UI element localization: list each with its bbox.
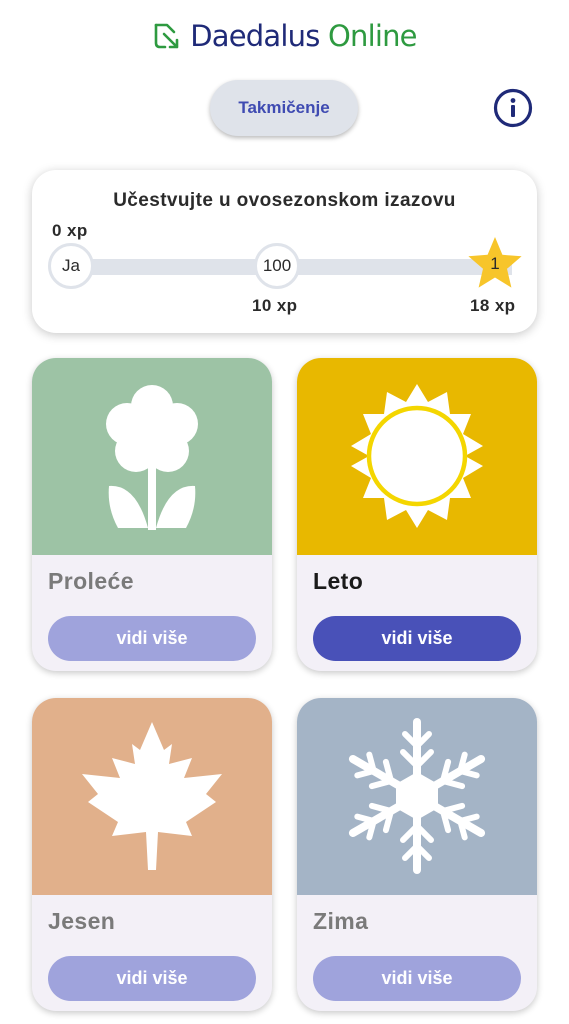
season-card-summer[interactable]: Leto vidi više xyxy=(297,358,537,671)
season-title: Jesen xyxy=(48,908,116,934)
season-card-autumn[interactable]: Jesen vidi više xyxy=(32,698,272,1011)
see-more-button[interactable]: vidi više xyxy=(48,616,256,661)
see-more-button[interactable]: vidi više xyxy=(313,616,521,661)
brand-name-part1: Daedalus xyxy=(190,19,320,53)
info-icon[interactable] xyxy=(493,88,533,128)
summer-image xyxy=(297,358,537,555)
goal-xp-label: 18 xp xyxy=(470,296,516,315)
see-more-button[interactable]: vidi više xyxy=(48,956,256,1001)
season-challenge-card: Učestvujte u ovosezonskom izazovu 0 xp J… xyxy=(32,170,537,333)
season-title: Zima xyxy=(313,908,369,934)
checkpoint-marker: 100 xyxy=(254,243,300,289)
goal-rank-label: 1 xyxy=(490,254,500,273)
brand-name-part2: Online xyxy=(327,19,418,53)
competition-button[interactable]: Takmičenje xyxy=(210,80,358,136)
winter-image xyxy=(297,698,537,895)
flower-icon xyxy=(106,385,198,530)
spring-image xyxy=(32,358,272,555)
maple-leaf-icon xyxy=(82,722,222,870)
season-title: Leto xyxy=(313,568,364,594)
app-logo: Daedalus Online xyxy=(0,16,569,56)
see-more-button[interactable]: vidi više xyxy=(313,956,521,1001)
checkpoint-xp-label: 10 xp xyxy=(252,296,298,315)
snowflake-icon xyxy=(297,698,537,895)
current-user-marker: Ja xyxy=(48,243,94,289)
season-title: Proleće xyxy=(48,568,134,594)
challenge-title: Učestvujte u ovosezonskom izazovu xyxy=(113,190,456,211)
season-card-spring[interactable]: Proleće vidi više xyxy=(32,358,272,671)
sun-icon xyxy=(351,384,483,528)
autumn-image xyxy=(32,698,272,895)
logo-icon xyxy=(154,23,179,49)
season-card-winter[interactable]: Zima vidi više xyxy=(297,698,537,1011)
start-xp-label: 0 xp xyxy=(52,221,88,240)
